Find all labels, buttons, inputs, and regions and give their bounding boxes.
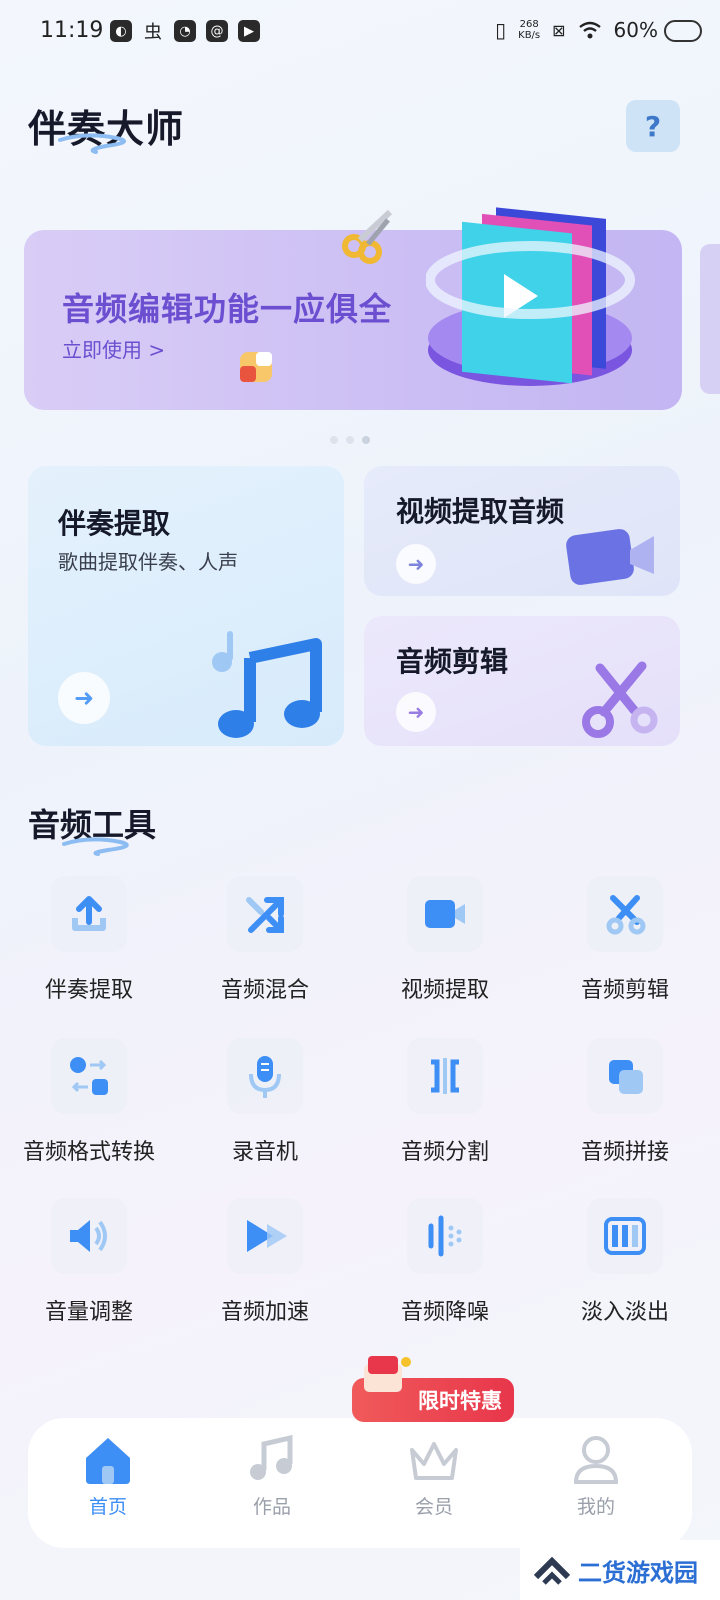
nav-label: 我的 xyxy=(576,1496,615,1518)
volume-icon xyxy=(51,1198,127,1274)
tool-audio-split[interactable]: 音频分割 xyxy=(360,1038,530,1188)
promo-banner[interactable]: 音频编辑功能一应俱全 立即使用 > xyxy=(24,207,682,410)
tool-audio-edit[interactable]: 音频剪辑 xyxy=(540,876,710,1026)
speed-icon xyxy=(227,1198,303,1274)
card-title: 视频提取音频 xyxy=(396,495,565,528)
card-title: 伴奏提取 xyxy=(58,507,171,540)
tool-video-extract[interactable]: 视频提取 xyxy=(360,876,530,1026)
tool-label: 视频提取 xyxy=(400,978,489,1003)
status-notification-icons: ◐ 虫 ◔ @ ▶ xyxy=(110,20,260,43)
user-icon xyxy=(573,1436,619,1484)
watermark-logo-icon xyxy=(534,1556,570,1585)
tool-recorder[interactable]: 录音机 xyxy=(180,1038,350,1188)
tool-format-convert[interactable]: 音频格式转换 xyxy=(4,1038,174,1188)
nav-label: 首页 xyxy=(88,1496,127,1518)
watermark-text: 二货游戏园 xyxy=(578,1558,698,1587)
tool-label: 录音机 xyxy=(231,1140,298,1165)
banner-link[interactable]: 立即使用 > xyxy=(62,334,165,363)
tool-label: 音频剪辑 xyxy=(580,978,669,1003)
status-time: 11:19 xyxy=(40,18,104,43)
arrow-right-icon[interactable]: ➜ xyxy=(396,544,436,584)
card-video-extract-audio[interactable]: 视频提取音频 ➜ xyxy=(364,466,680,596)
upload-icon xyxy=(51,876,127,952)
pagination-dot xyxy=(346,436,354,444)
play-notification-icon: ▶ xyxy=(238,20,260,42)
sim-icon: ⊠ xyxy=(552,20,566,40)
status-bar: 11:19 ◐ 虫 ◔ @ ▶ ▯ 268 KB/s ⊠ 60% xyxy=(0,0,720,64)
banner-title: 音频编辑功能一应俱全 xyxy=(62,290,393,328)
battery-percent: 60% xyxy=(613,18,658,42)
tool-audio-denoise[interactable]: 音频降噪 xyxy=(360,1198,530,1348)
fade-icon xyxy=(587,1198,663,1274)
bottom-navigation: 首页 作品 会员 我的 xyxy=(28,1418,692,1548)
nav-item-member[interactable]: 会员 xyxy=(364,1434,504,1519)
app-notification-icon: ◐ xyxy=(110,20,132,42)
nav-item-home[interactable]: 首页 xyxy=(38,1434,178,1519)
battery-icon xyxy=(664,20,702,42)
card-audio-edit[interactable]: 音频剪辑 ➜ xyxy=(364,616,680,746)
tool-label: 伴奏提取 xyxy=(44,978,133,1003)
tool-label: 音频拼接 xyxy=(580,1140,669,1165)
tool-label: 音频混合 xyxy=(220,978,309,1003)
next-banner-peek[interactable] xyxy=(700,244,720,394)
nav-item-profile[interactable]: 我的 xyxy=(526,1434,666,1519)
merge-icon xyxy=(587,1038,663,1114)
home-icon xyxy=(86,1438,130,1484)
arrow-right-icon[interactable]: ➜ xyxy=(58,672,110,724)
scissors-icon xyxy=(582,661,658,738)
scissors-decoration-icon xyxy=(342,209,393,264)
denoise-icon xyxy=(407,1198,483,1274)
split-icon xyxy=(407,1038,483,1114)
tool-accompaniment-extract[interactable]: 伴奏提取 xyxy=(4,876,174,1026)
music-note-icon xyxy=(212,631,322,738)
app-notification-icon: ◔ xyxy=(174,20,196,42)
title-swirl-decoration xyxy=(62,837,129,856)
card-accompaniment-extract[interactable]: 伴奏提取 歌曲提取伴奏、人声 ➜ xyxy=(28,466,344,746)
tool-volume-adjust[interactable]: 音量调整 xyxy=(4,1198,174,1348)
tool-label: 音频降噪 xyxy=(400,1300,489,1325)
format-convert-icon xyxy=(51,1038,127,1114)
title-swirl-decoration xyxy=(58,133,126,154)
status-right: ▯ 268 KB/s ⊠ 60% xyxy=(495,18,658,42)
tool-audio-mix[interactable]: 音频混合 xyxy=(180,876,350,1026)
crown-icon xyxy=(410,1442,458,1480)
microphone-icon xyxy=(227,1038,303,1114)
tool-label: 音频分割 xyxy=(400,1140,489,1165)
network-speed: 268 KB/s xyxy=(518,19,541,41)
tool-label: 音频格式转换 xyxy=(22,1140,155,1165)
scissors-icon xyxy=(587,876,663,952)
nav-label: 会员 xyxy=(414,1496,453,1518)
nav-label: 作品 xyxy=(252,1496,291,1518)
app-notification-icon: @ xyxy=(206,20,228,42)
tool-label: 淡入淡出 xyxy=(580,1300,669,1325)
gift-hand-icon xyxy=(364,1356,411,1392)
help-button[interactable]: ? xyxy=(626,100,680,152)
cube-icon xyxy=(240,352,272,382)
card-subtitle: 歌曲提取伴奏、人声 xyxy=(58,550,238,574)
tool-audio-speed[interactable]: 音频加速 xyxy=(180,1198,350,1348)
shuffle-icon xyxy=(227,876,303,952)
nav-item-works[interactable]: 作品 xyxy=(202,1434,342,1519)
video-camera-icon xyxy=(407,876,483,952)
tool-fade-in-out[interactable]: 淡入淡出 xyxy=(540,1198,710,1348)
watermark: 二货游戏园 xyxy=(520,1540,720,1600)
app-notification-icon: 虫 xyxy=(144,22,162,43)
vibrate-icon: ▯ xyxy=(495,18,507,42)
card-title: 音频剪辑 xyxy=(396,645,509,678)
arrow-right-icon[interactable]: ➜ xyxy=(396,692,436,732)
tool-label: 音量调整 xyxy=(44,1300,133,1325)
video-camera-icon xyxy=(566,529,654,585)
tool-audio-merge[interactable]: 音频拼接 xyxy=(540,1038,710,1188)
music-note-icon xyxy=(250,1434,293,1480)
banner-pagination xyxy=(330,436,370,444)
promo-label: 限时特惠 xyxy=(418,1389,502,1413)
pagination-dot xyxy=(330,436,338,444)
pagination-dot-active xyxy=(362,436,370,444)
video-stack-illustration xyxy=(426,207,635,386)
tool-label: 音频加速 xyxy=(220,1300,309,1325)
wifi-icon xyxy=(578,21,601,39)
